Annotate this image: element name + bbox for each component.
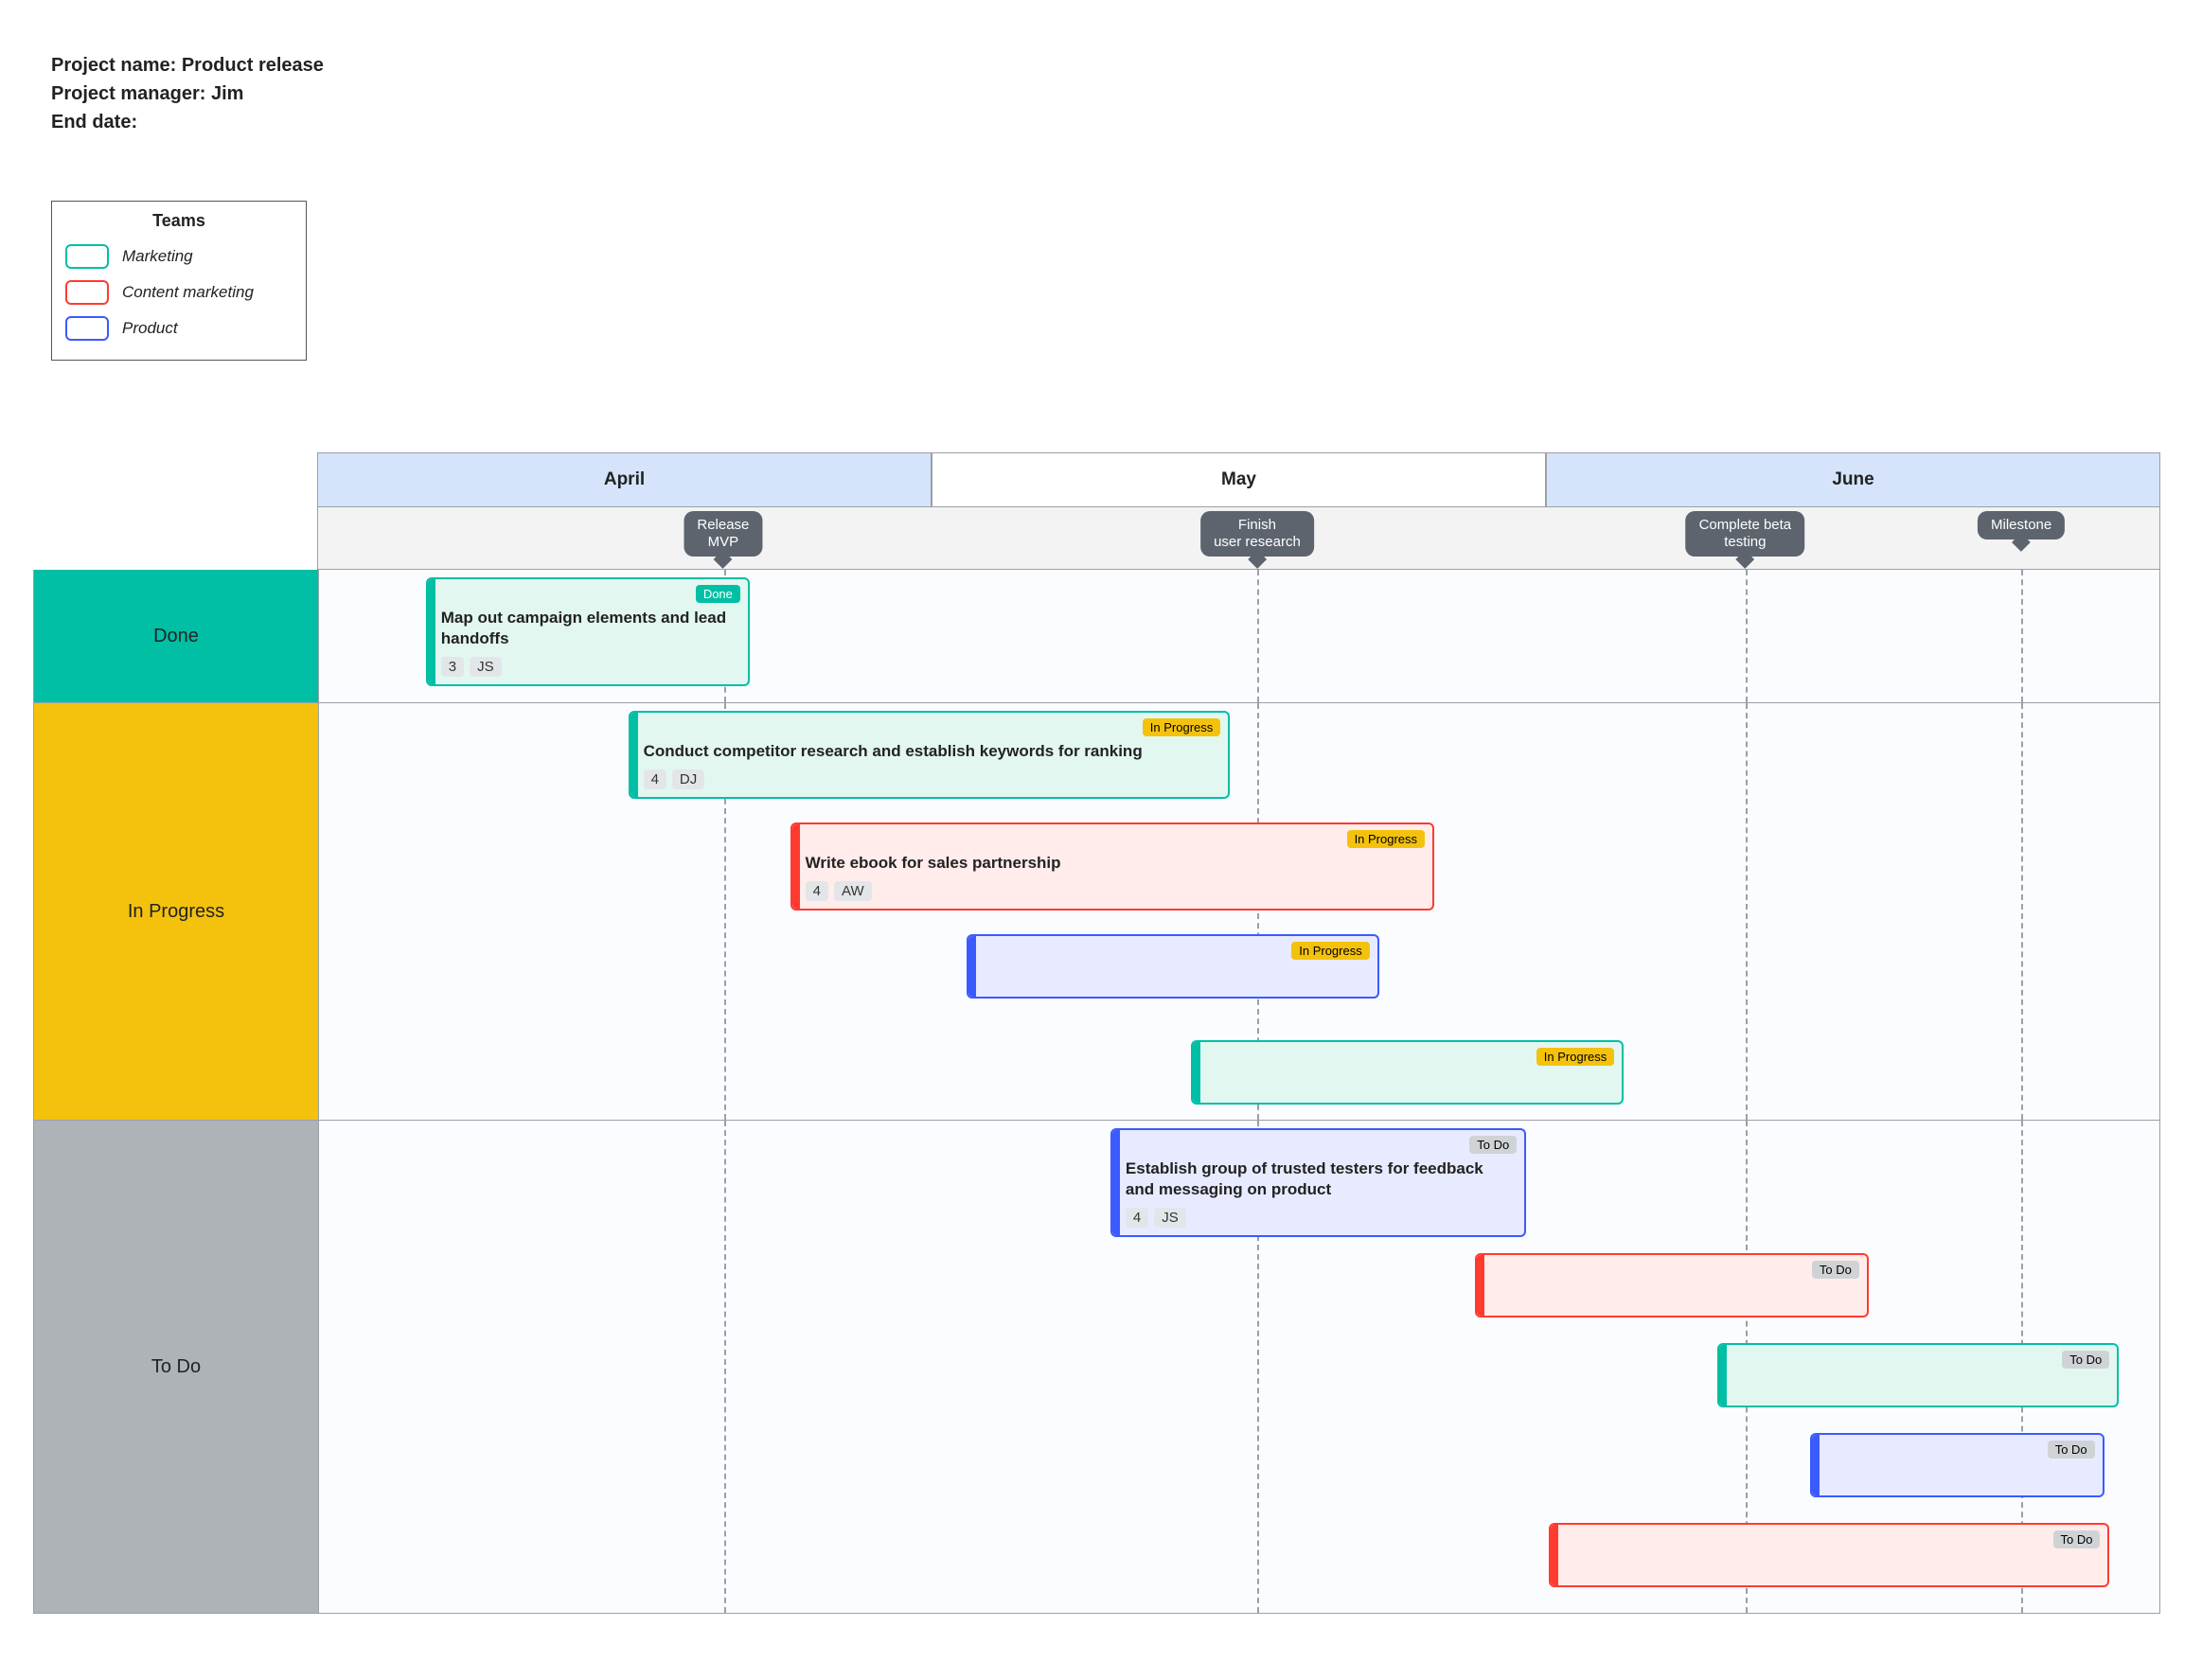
milestone-track: ReleaseMVP Finishuser research Complete be… (317, 507, 2160, 570)
diamond-icon (2012, 533, 2031, 552)
lane-label-prog: In Progress (33, 703, 319, 1121)
lane-canvas-prog: In Progress Conduct competitor research a… (319, 703, 2160, 1121)
task-assignee: JS (470, 657, 502, 677)
task-meta: 4 DJ (644, 769, 1219, 789)
project-name-value: Product release (182, 55, 324, 76)
task-card[interactable]: In Progress (967, 934, 1378, 999)
time-header: AprilMayJune (33, 452, 2160, 507)
legend-label: Marketing (122, 247, 193, 266)
task-card[interactable]: In Progress Write ebook for sales partner… (790, 822, 1434, 911)
gantt-chart: AprilMayJune ReleaseMVP Finishuser resear… (33, 452, 2160, 1614)
milestone-line (1746, 570, 1748, 702)
task-accent (968, 936, 976, 997)
milestone-line (1257, 570, 1259, 702)
task-accent (1719, 1345, 1727, 1406)
status-badge: In Progress (1143, 718, 1220, 736)
task-count: 4 (644, 769, 666, 789)
task-meta: 4 JS (1126, 1208, 1515, 1228)
lane-label-todo: To Do (33, 1121, 319, 1614)
task-card[interactable]: To Do (1549, 1523, 2110, 1587)
legend-item-content-marketing: Content marketing (65, 274, 293, 310)
project-manager-value: Jim (211, 83, 243, 104)
month-may: May (932, 452, 1546, 507)
legend-swatch (65, 280, 109, 305)
milestone-ur[interactable]: Finishuser research (1200, 511, 1314, 557)
milestone-ms[interactable]: Milestone (1978, 511, 2065, 539)
legend-item-marketing: Marketing (65, 239, 293, 274)
milestone-line (724, 1121, 726, 1613)
task-accent (1812, 1435, 1820, 1495)
milestone-line (2021, 570, 2023, 702)
task-accent (428, 579, 435, 684)
status-badge: In Progress (1536, 1048, 1614, 1066)
diamond-icon (1248, 550, 1267, 569)
project-manager-label: Project manager: (51, 83, 211, 104)
task-accent (1193, 1042, 1200, 1103)
status-badge: Done (696, 585, 740, 603)
end-date-row: End date: (51, 108, 324, 136)
milestone-mvp[interactable]: ReleaseMVP (684, 511, 762, 557)
task-meta: 3 JS (441, 657, 738, 677)
legend-label: Product (122, 319, 178, 338)
legend-title: Teams (65, 211, 293, 231)
task-assignee: JS (1154, 1208, 1186, 1228)
milestone-line (1746, 703, 1748, 1120)
project-info: Project name: Product release Project ma… (51, 51, 324, 136)
task-card[interactable]: To Do Establish group of trusted testers … (1110, 1128, 1526, 1237)
lane-todo: To Do To Do Establish group of trusted tes… (33, 1121, 2160, 1614)
status-badge: To Do (1469, 1136, 1517, 1154)
status-badge: In Progress (1291, 942, 1369, 960)
month-april: April (317, 452, 932, 507)
task-card[interactable]: To Do (1717, 1343, 2119, 1407)
task-accent (1477, 1255, 1484, 1316)
task-card[interactable]: In Progress (1191, 1040, 1624, 1105)
task-meta: 4 AW (806, 881, 1423, 901)
task-title: Map out campaign elements and lead hando… (441, 608, 738, 649)
task-accent (630, 713, 638, 797)
task-assignee: DJ (672, 769, 704, 789)
lane-prog: In Progress In Progress Conduct competitor… (33, 703, 2160, 1121)
task-card[interactable]: In Progress Conduct competitor research a… (629, 711, 1231, 799)
status-badge: To Do (2053, 1530, 2101, 1548)
task-title: Establish group of trusted testers for f… (1126, 1158, 1515, 1200)
month-june: June (1546, 452, 2160, 507)
task-accent (792, 824, 800, 909)
teams-legend: Teams Marketing Content marketing Product (51, 201, 307, 361)
status-badge: To Do (1812, 1261, 1859, 1279)
diamond-icon (1735, 550, 1754, 569)
task-assignee: AW (834, 881, 872, 901)
status-badge: To Do (2048, 1441, 2095, 1459)
task-card[interactable]: To Do (1810, 1433, 2104, 1497)
end-date-label: End date: (51, 112, 137, 133)
milestone-line (2021, 703, 2023, 1120)
task-card[interactable]: Done Map out campaign elements and lead h… (426, 577, 750, 686)
lane-label-done: Done (33, 570, 319, 703)
legend-swatch (65, 316, 109, 341)
legend-item-product: Product (65, 310, 293, 346)
task-count: 4 (1126, 1208, 1148, 1228)
legend-swatch (65, 244, 109, 269)
legend-label: Content marketing (122, 283, 254, 302)
status-badge: To Do (2062, 1351, 2109, 1369)
project-name-row: Project name: Product release (51, 51, 324, 80)
diamond-icon (714, 550, 733, 569)
task-title: Conduct competitor research and establis… (644, 741, 1219, 762)
task-card[interactable]: To Do (1475, 1253, 1869, 1317)
task-title: Write ebook for sales partnership (806, 853, 1423, 874)
lane-canvas-done: Done Map out campaign elements and lead h… (319, 570, 2160, 703)
project-manager-row: Project manager: Jim (51, 80, 324, 108)
lane-done: Done Done Map out campaign elements and le… (33, 570, 2160, 703)
milestone-header: ReleaseMVP Finishuser research Complete be… (33, 507, 2160, 570)
task-count: 3 (441, 657, 464, 677)
lane-canvas-todo: To Do Establish group of trusted testers … (319, 1121, 2160, 1614)
project-name-label: Project name: (51, 55, 182, 76)
milestone-beta[interactable]: Complete betatesting (1686, 511, 1805, 557)
task-accent (1551, 1525, 1558, 1585)
task-count: 4 (806, 881, 828, 901)
status-badge: In Progress (1347, 830, 1425, 848)
task-accent (1112, 1130, 1120, 1235)
